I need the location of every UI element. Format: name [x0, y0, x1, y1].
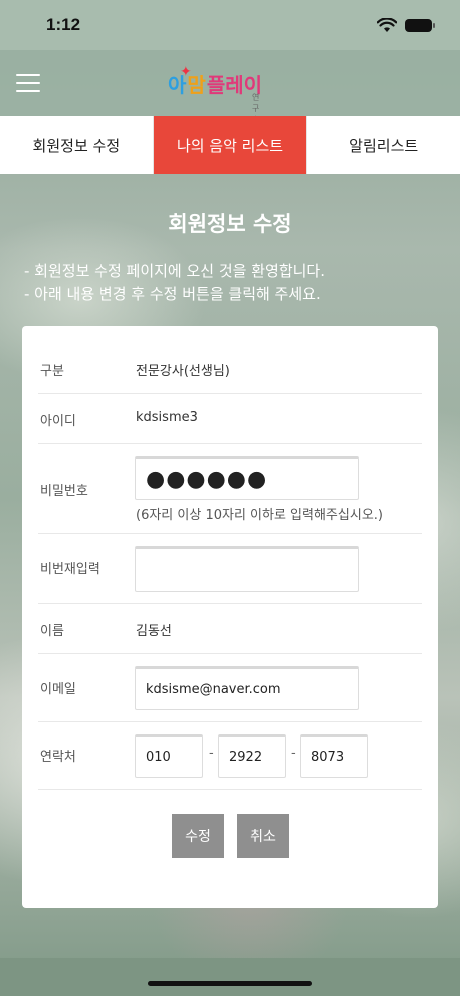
cancel-button[interactable]: 취소	[237, 814, 289, 858]
category-value: 전문강사(선생님)	[136, 364, 230, 379]
battery-icon	[405, 18, 435, 32]
user-id-row: 아이디 kdsisme3	[38, 394, 422, 444]
home-indicator	[148, 981, 312, 986]
phone-part-3: 8073	[311, 749, 345, 765]
category-row: 구분 전문강사(선생님)	[38, 344, 422, 394]
name-row: 이름 김동선	[38, 604, 422, 654]
logo-star-icon: ✦	[180, 64, 192, 80]
password-row: 비밀번호 ●●●●●● (6자리 이상 10자리 이하로 입력해주십시오.)	[38, 444, 422, 534]
app-header: 아 ✦ 맘 플레이 연구소	[0, 50, 460, 124]
user-id-label: 아이디	[40, 414, 76, 429]
email-label: 이메일	[40, 682, 76, 697]
email-field[interactable]: kdsisme@naver.com	[135, 666, 359, 710]
wifi-icon	[377, 17, 397, 32]
password-hint: (6자리 이상 10자리 이하로 입력해주십시오.)	[136, 508, 383, 523]
menu-icon[interactable]	[16, 72, 42, 94]
phone-part-1: 010	[146, 749, 171, 765]
password-confirm-label: 비번재입력	[40, 562, 100, 577]
name-value: 김동선	[136, 624, 172, 639]
email-value: kdsisme@naver.com	[146, 681, 281, 697]
status-bar: 1:12	[0, 0, 460, 50]
tab-my-music-list[interactable]: 나의 음악 리스트	[153, 116, 308, 174]
password-confirm-row: 비번재입력	[38, 534, 422, 604]
bottom-bar	[0, 958, 460, 996]
phone-field-2[interactable]: 2922	[218, 734, 286, 778]
user-id-value: kdsisme3	[136, 410, 198, 425]
phone-separator: -	[209, 746, 214, 761]
category-label: 구분	[40, 364, 64, 379]
email-row: 이메일 kdsisme@naver.com	[38, 654, 422, 722]
password-label: 비밀번호	[40, 484, 88, 499]
status-icons	[377, 17, 435, 33]
phone-label: 연락처	[40, 750, 76, 765]
password-confirm-field[interactable]	[135, 546, 359, 592]
app-logo[interactable]: 아 ✦ 맘 플레이 연구소	[168, 64, 262, 124]
member-form: 구분 전문강사(선생님) 아이디 kdsisme3 비밀번호 ●●●●●● (6…	[22, 326, 438, 908]
phone-field-3[interactable]: 8073	[300, 734, 368, 778]
intro-line: - 회원정보 수정 페이지에 오신 것을 환영합니다.	[24, 262, 325, 280]
phone-field-1[interactable]: 010	[135, 734, 203, 778]
tab-notification-list[interactable]: 알림리스트	[307, 116, 460, 174]
tab-member-info[interactable]: 회원정보 수정	[0, 116, 154, 174]
status-time: 1:12	[46, 15, 81, 34]
intro-line: - 아래 내용 변경 후 수정 버튼을 클릭해 주세요.	[24, 285, 321, 303]
password-value: ●●●●●●	[146, 466, 268, 492]
name-label: 이름	[40, 624, 64, 639]
password-field[interactable]: ●●●●●●	[135, 456, 359, 500]
intro-text: - 회원정보 수정 페이지에 오신 것을 환영합니다. - 아래 내용 변경 후…	[24, 260, 444, 306]
tab-bar: 회원정보 수정 나의 음악 리스트 알림리스트	[0, 116, 460, 174]
phone-part-2: 2922	[229, 749, 263, 765]
phone-row: 연락처 010 - 2922 - 8073	[38, 722, 422, 790]
page-title: 회원정보 수정	[168, 212, 292, 236]
phone-separator: -	[291, 746, 296, 761]
submit-button[interactable]: 수정	[172, 814, 224, 858]
